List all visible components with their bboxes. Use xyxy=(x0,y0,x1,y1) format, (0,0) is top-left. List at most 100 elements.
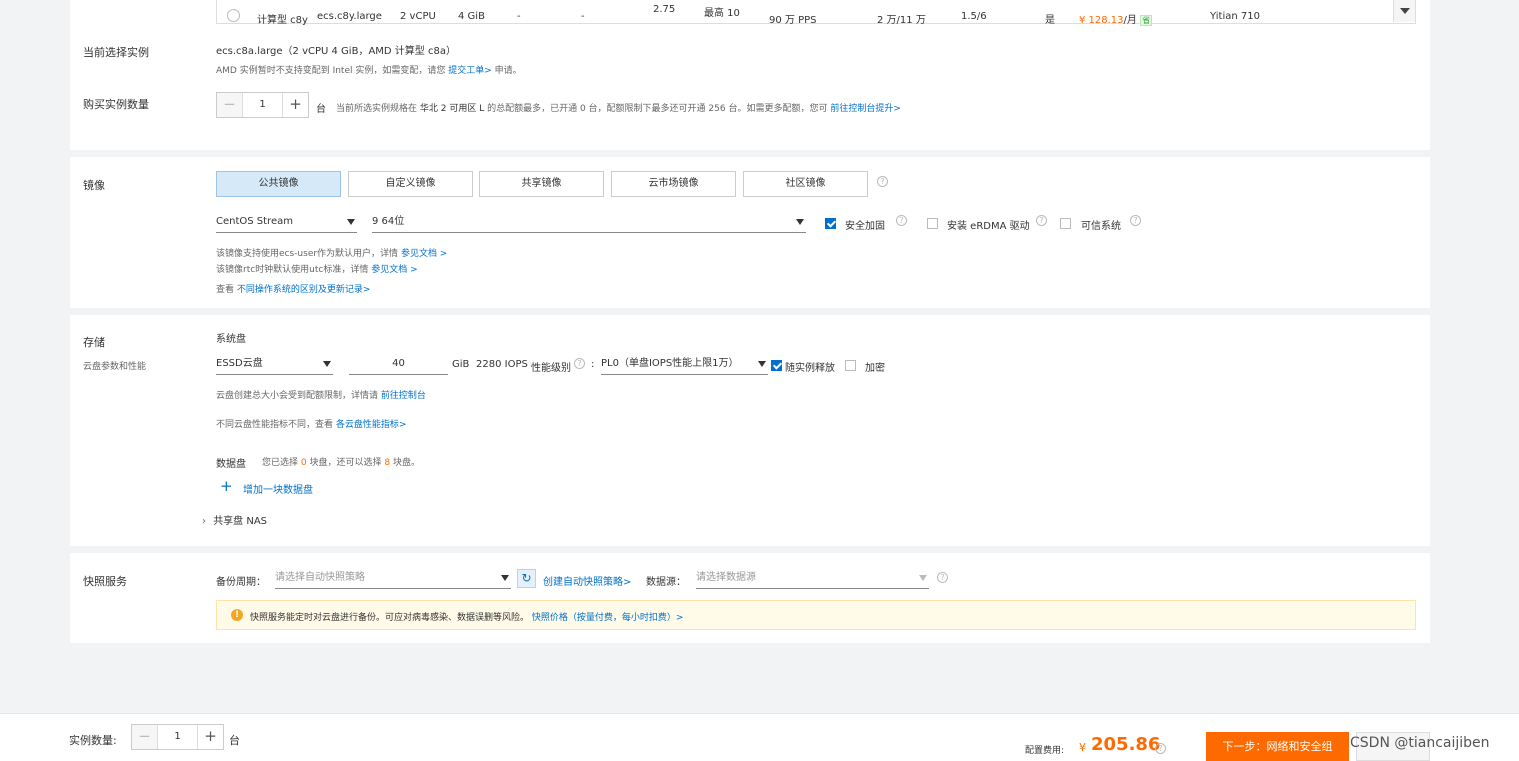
quantity-note-pre: 当前所选实例规格在 xyxy=(336,104,418,114)
system-disk-label: 系统盘 xyxy=(216,334,246,345)
decrement-button[interactable]: − xyxy=(132,725,158,749)
row-vcpu: 2 vCPU xyxy=(400,11,436,22)
perf-level-select[interactable]: PL0（单盘IOPS性能上限1万） xyxy=(601,355,768,375)
data-disk-label: 数据盘 xyxy=(216,459,246,470)
os-diff-link[interactable]: 不同操作系统的区别及更新记录> xyxy=(237,285,371,295)
disk-size-input[interactable]: 40 xyxy=(349,355,448,375)
data-source-select[interactable]: 请选择数据源 xyxy=(696,569,929,589)
nas-toggle[interactable]: › 共享盘 NAS xyxy=(202,512,267,527)
help-icon[interactable]: ? xyxy=(1130,215,1141,226)
quantity-note-mid: 的总配额最多，已开通 0 台，配额限制下最多还可开通 256 台。如需更多配额，… xyxy=(487,104,828,114)
refresh-icon: ↻ xyxy=(521,571,532,585)
instance-panel: 计算型 c8y ecs.c8y.large 2 vCPU 4 GiB - - 2… xyxy=(70,0,1430,150)
row-iops: 2 万/11 万 xyxy=(877,15,926,26)
create-policy-link[interactable]: 创建自动快照策略> xyxy=(543,573,631,588)
data-disk-note-post: 块盘。 xyxy=(393,458,421,468)
console-link[interactable]: 前往控制台 xyxy=(381,391,426,401)
perf-level-value: PL0（单盘IOPS性能上限1万） xyxy=(601,358,739,369)
doc-link[interactable]: 参见文档 > xyxy=(401,249,447,259)
fee-value: 205.86 xyxy=(1091,734,1161,755)
row-freq: 2.75 xyxy=(653,4,676,15)
version-select[interactable]: 9 64位 xyxy=(372,213,806,233)
increment-button[interactable]: + xyxy=(282,93,308,117)
tab-shared-image[interactable]: 共享镜像 xyxy=(479,171,604,197)
help-icon[interactable]: ? xyxy=(877,176,888,187)
caret-down-icon xyxy=(501,575,509,581)
scroll-down-button[interactable] xyxy=(1393,0,1415,22)
fee-label: 配置费用: xyxy=(1025,746,1065,756)
increment-button[interactable]: + xyxy=(197,725,223,749)
plus-icon: + xyxy=(220,477,233,495)
help-icon[interactable]: ? xyxy=(937,572,948,583)
fee-currency: ¥ xyxy=(1079,741,1086,754)
tab-custom-image[interactable]: 自定义镜像 xyxy=(348,171,473,197)
instance-table: 计算型 c8y ecs.c8y.large 2 vCPU 4 GiB - - 2… xyxy=(216,0,1416,26)
image-note-2-text: 该镜像rtc时钟默认使用utc标准，详情 xyxy=(216,265,369,275)
security-label: 安全加固 xyxy=(845,221,885,232)
storage-panel: 存储 云盘参数和性能 系统盘 ESSD云盘 40 GiB 2280 IOPS 性… xyxy=(70,315,1430,546)
encrypt-label: 加密 xyxy=(865,363,885,374)
disk-type-select[interactable]: ESSD云盘 xyxy=(216,355,333,375)
row-dash-2: - xyxy=(581,11,585,22)
quantity-stepper[interactable]: − 1 + xyxy=(216,92,309,118)
image-note-2: 该镜像rtc时钟默认使用utc标准，详情 参见文档 > xyxy=(216,262,418,275)
row-cpu: Yitian 710 xyxy=(1210,11,1260,22)
data-disk-note-pre: 您已选择 xyxy=(262,458,299,468)
save-badge: 省 xyxy=(1140,15,1153,26)
quantity-label: 购买实例数量 xyxy=(83,98,149,111)
storage-sublabel: 云盘参数和性能 xyxy=(83,362,147,372)
backup-period-label: 备份周期： xyxy=(216,577,266,588)
disk-perf-link[interactable]: 各云盘性能指标> xyxy=(336,420,407,430)
footer-quantity-stepper[interactable]: − 1 + xyxy=(131,724,224,750)
refresh-button[interactable]: ↻ xyxy=(517,569,536,588)
encrypt-checkbox[interactable] xyxy=(845,360,856,371)
warning-icon: ! xyxy=(231,609,243,621)
image-panel: 镜像 公共镜像 自定义镜像 共享镜像 云市场镜像 社区镜像 ? CentOS S… xyxy=(70,157,1430,308)
footer-quantity-input[interactable]: 1 xyxy=(158,725,197,749)
snapshot-tip: ! 快照服务能定时对云盘进行备份。可应对病毒感染、数据误删等风险。 快照价格（按… xyxy=(216,600,1416,630)
row-burst: 最高 10 xyxy=(704,8,740,19)
quota-console-link[interactable]: 前往控制台提升> xyxy=(830,104,901,114)
snapshot-policy-select[interactable]: 请选择自动快照策略 xyxy=(275,569,511,589)
data-disk-remaining: 8 xyxy=(384,458,391,468)
storage-label: 存储 xyxy=(83,336,105,349)
security-checkbox[interactable] xyxy=(825,218,836,229)
storage-note-1-text: 云盘创建总大小会受到配额限制，详情请 xyxy=(216,391,379,401)
caret-down-icon xyxy=(323,361,331,367)
footer-qty-unit: 台 xyxy=(229,734,240,747)
release-checkbox[interactable] xyxy=(771,360,782,371)
submit-ticket-link[interactable]: 提交工单> xyxy=(448,66,492,76)
help-icon[interactable]: ? xyxy=(574,358,585,369)
tab-community-image[interactable]: 社区镜像 xyxy=(743,171,868,197)
snapshot-price-link[interactable]: 快照价格（按量付费，每小时扣费）> xyxy=(532,613,684,623)
current-instance-value: ecs.c8a.large（2 vCPU 4 GiB，AMD 计算型 c8a） xyxy=(216,46,456,57)
doc-link[interactable]: 参见文档 > xyxy=(371,265,417,275)
radio-button[interactable] xyxy=(227,9,240,22)
data-disk-count: 0 xyxy=(300,458,307,468)
nas-label: 共享盘 NAS xyxy=(213,516,268,527)
version-value: 9 64位 xyxy=(372,216,405,227)
current-instance-note: AMD 实例暂时不支持变配到 Intel 实例，如需变配，请您 提交工单> 申请… xyxy=(216,63,522,76)
help-icon[interactable]: ? xyxy=(1155,743,1166,754)
quantity-note-zone: 华北 2 可用区 L xyxy=(419,104,485,114)
data-source-placeholder: 请选择数据源 xyxy=(696,572,756,583)
trusted-checkbox[interactable] xyxy=(1060,218,1071,229)
disk-type-value: ESSD云盘 xyxy=(216,358,263,369)
help-icon[interactable]: ? xyxy=(1036,215,1047,226)
data-disk-note-mid: 块盘，还可以选择 xyxy=(309,458,382,468)
erdma-checkbox[interactable] xyxy=(927,218,938,229)
row-price: ¥ 128.13/月 省 xyxy=(1079,11,1153,26)
help-icon[interactable]: ? xyxy=(896,215,907,226)
caret-down-icon xyxy=(796,219,804,225)
tab-public-image[interactable]: 公共镜像 xyxy=(216,171,341,197)
quantity-input[interactable]: 1 xyxy=(243,93,282,117)
tab-marketplace-image[interactable]: 云市场镜像 xyxy=(611,171,736,197)
caret-down-icon xyxy=(919,575,927,581)
row-family: 计算型 c8y xyxy=(257,15,308,26)
chevron-down-icon xyxy=(1400,8,1410,14)
os-select[interactable]: CentOS Stream xyxy=(216,213,357,233)
decrement-button[interactable]: − xyxy=(217,93,243,117)
next-step-button[interactable]: 下一步：网络和安全组 xyxy=(1206,732,1349,761)
add-data-disk-button[interactable]: + 增加一块数据盘 xyxy=(216,475,336,499)
disk-size-value: 40 xyxy=(392,358,405,369)
